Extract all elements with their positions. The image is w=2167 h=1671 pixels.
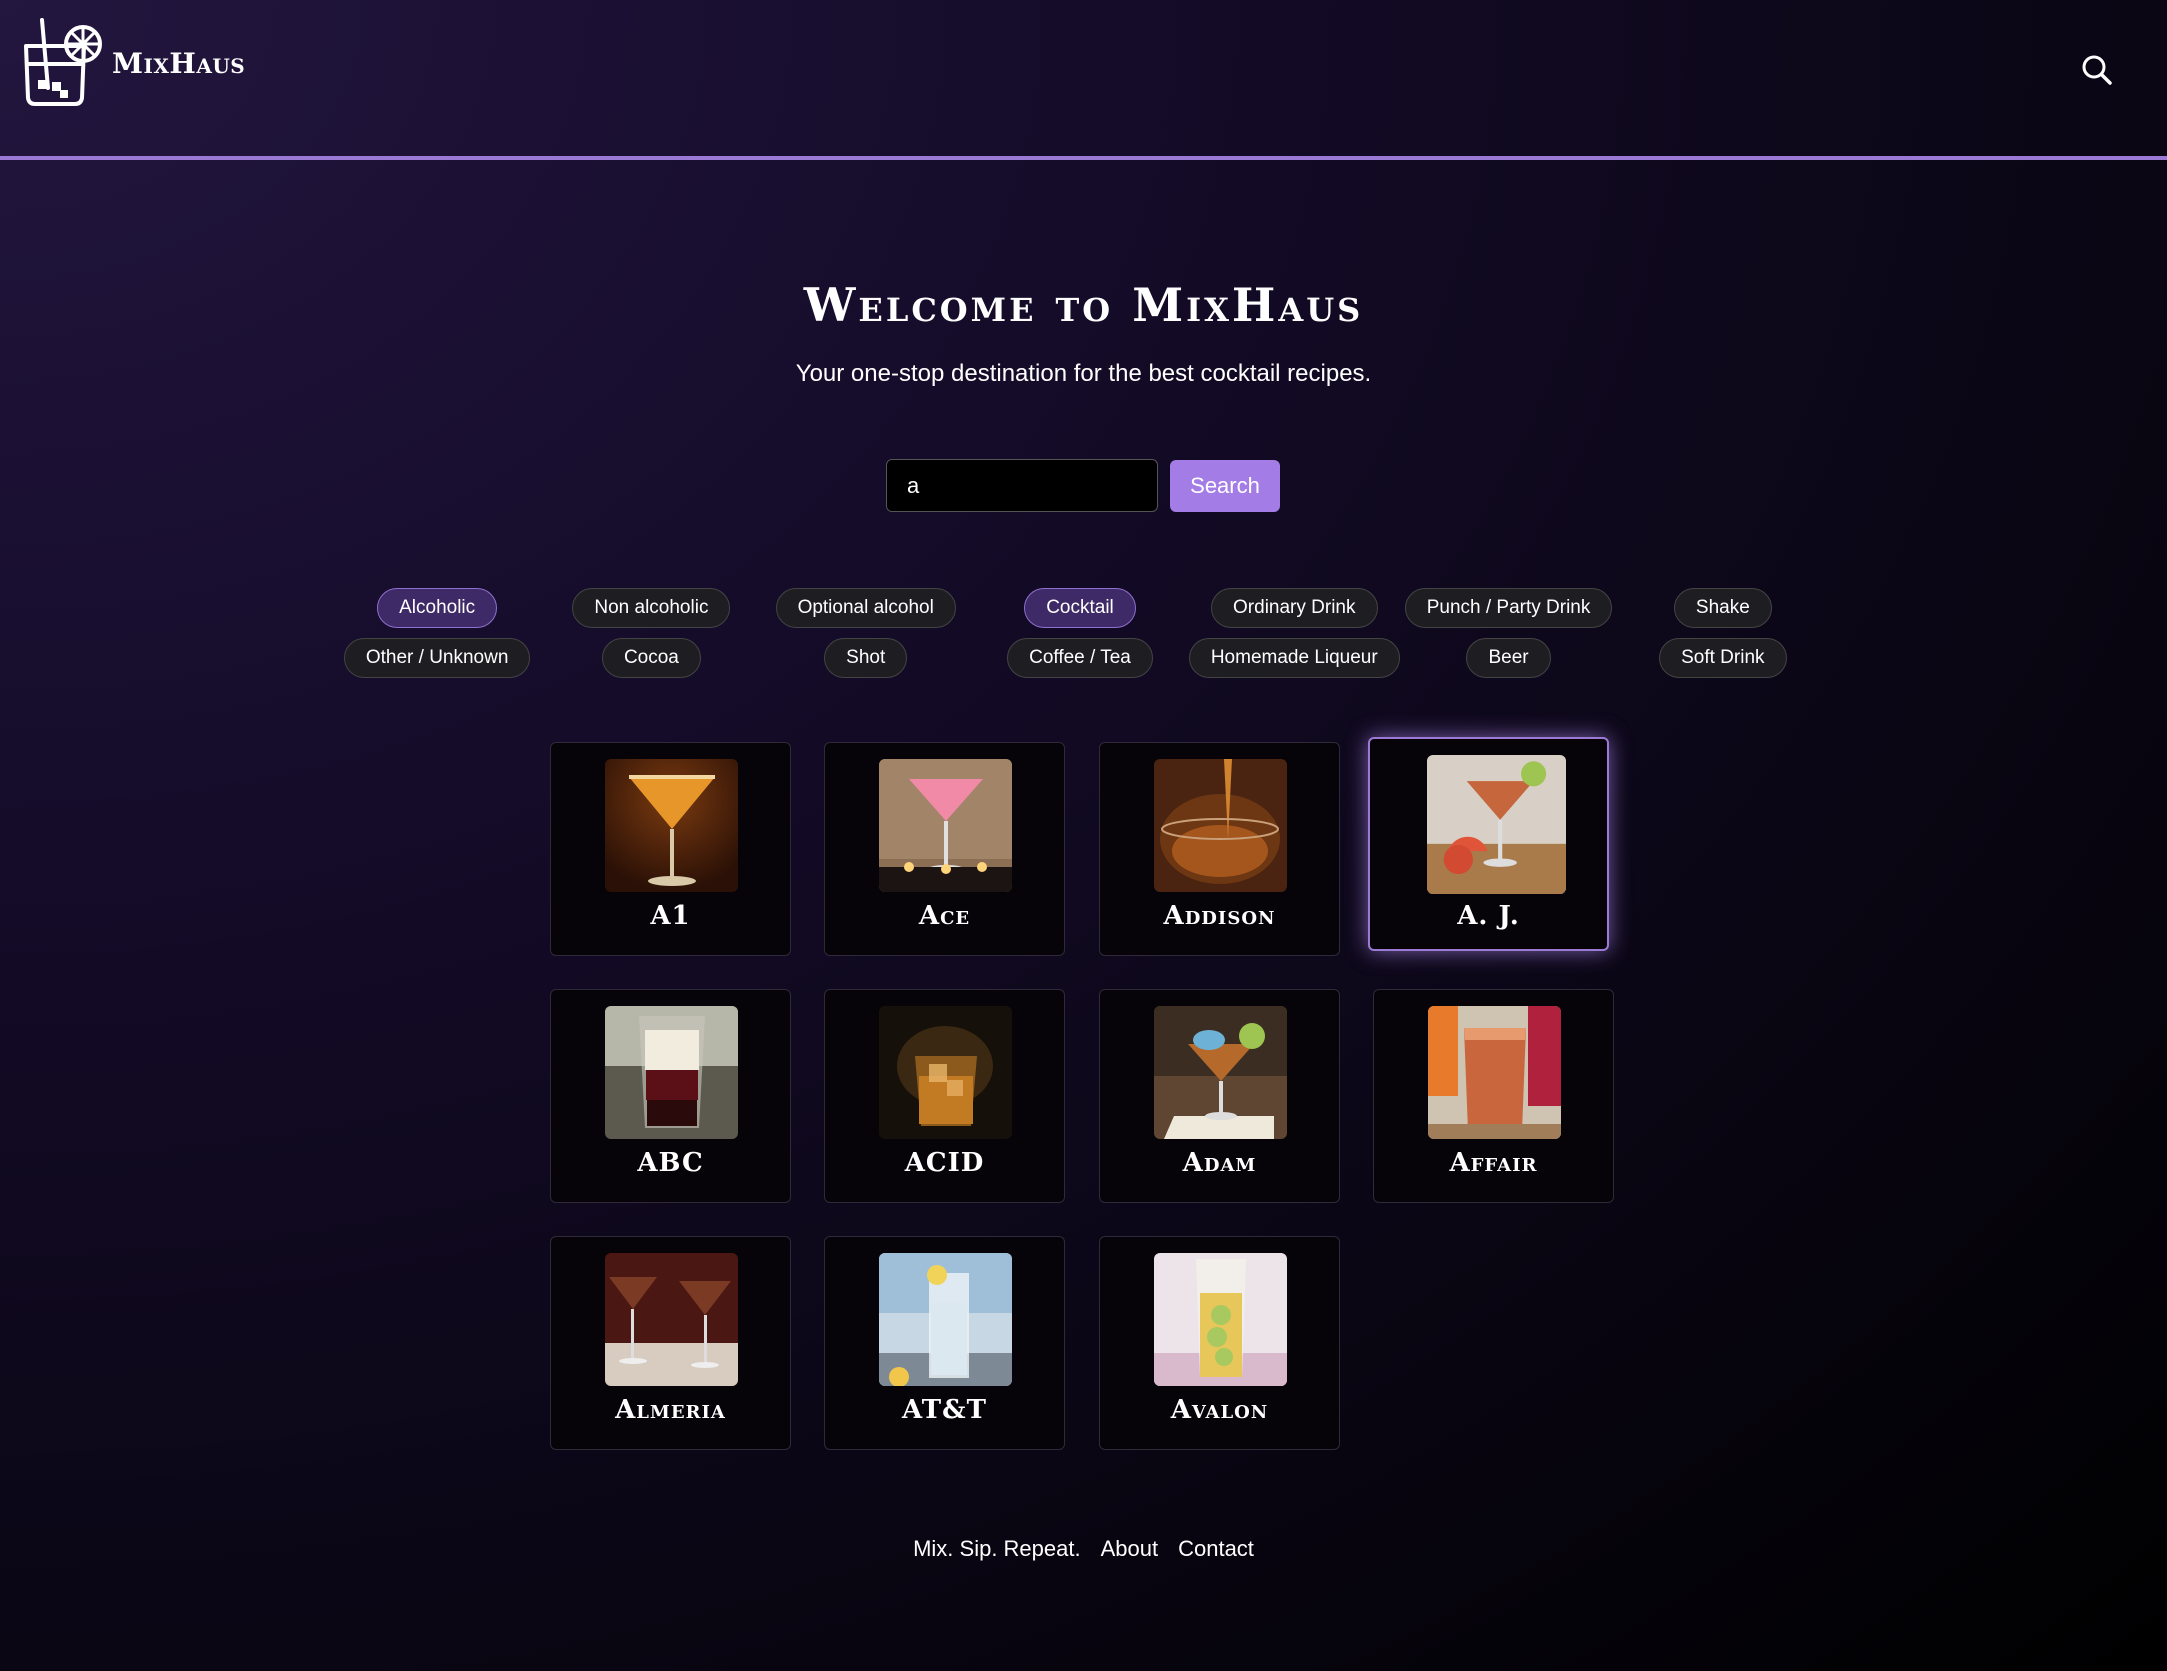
filter-tag-shot[interactable]: Shot xyxy=(824,638,908,678)
filter-row-category: Other / Unknown Cocoa Shot Coffee / Tea … xyxy=(330,638,1830,678)
drink-name: Almeria xyxy=(615,1395,726,1425)
drink-photo xyxy=(879,759,1012,892)
drink-name: A1 xyxy=(650,901,691,931)
filter-tag-cocktail[interactable]: Cocktail xyxy=(1024,588,1136,628)
drink-photo xyxy=(879,1006,1012,1139)
filter-tag-shake[interactable]: Shake xyxy=(1673,588,1772,628)
filter-tag-coffee-tea[interactable]: Coffee / Tea xyxy=(1007,638,1153,678)
drink-name: ACID xyxy=(904,1148,985,1178)
filter-tag-punch-party-drink[interactable]: Punch / Party Drink xyxy=(1404,588,1613,628)
logo[interactable]: MixHaus xyxy=(20,18,245,108)
drink-name: AT&T xyxy=(902,1395,987,1425)
drink-card[interactable]: AT&T xyxy=(824,1236,1065,1450)
drink-card[interactable]: Addison xyxy=(1099,742,1340,956)
drink-photo xyxy=(1154,1006,1287,1139)
drink-card[interactable]: A. J. xyxy=(1368,737,1609,951)
filter-row-alcohol: Alcoholic Non alcoholic Optional alcohol… xyxy=(330,588,1830,628)
drink-photo xyxy=(605,1253,738,1386)
site-footer: Mix. Sip. Repeat. About Contact xyxy=(0,1536,2167,1562)
drink-name: A. J. xyxy=(1457,901,1520,931)
drink-card[interactable]: Ace xyxy=(824,742,1065,956)
drink-card[interactable]: Avalon xyxy=(1099,1236,1340,1450)
page-title: Welcome to MixHaus xyxy=(803,278,1364,332)
filter-tag-other-unknown[interactable]: Other / Unknown xyxy=(343,638,531,678)
drink-name: Avalon xyxy=(1170,1395,1269,1425)
drink-card[interactable]: A1 xyxy=(550,742,791,956)
filter-tag-cocoa[interactable]: Cocoa xyxy=(601,638,701,678)
drink-card[interactable]: ACID xyxy=(824,989,1065,1203)
filter-tag-soft-drink[interactable]: Soft Drink xyxy=(1659,638,1787,678)
filter-tag-homemade-liqueur[interactable]: Homemade Liqueur xyxy=(1188,638,1400,678)
drink-card[interactable]: Almeria xyxy=(550,1236,791,1450)
drink-photo xyxy=(1428,1006,1561,1139)
footer-about-link[interactable]: About xyxy=(1101,1536,1159,1562)
filter-tags: Alcoholic Non alcoholic Optional alcohol… xyxy=(330,588,1830,688)
search-input[interactable] xyxy=(886,459,1158,512)
drink-name: Ace xyxy=(918,901,971,931)
filter-tag-alcoholic[interactable]: Alcoholic xyxy=(377,588,498,628)
drink-card[interactable]: Affair xyxy=(1373,989,1614,1203)
brand-name: MixHaus xyxy=(112,46,246,80)
drink-photo xyxy=(1427,755,1566,894)
drink-name: Adam xyxy=(1182,1148,1257,1178)
filter-tag-optional-alcohol[interactable]: Optional alcohol xyxy=(775,588,956,628)
drink-name: ABC xyxy=(637,1148,704,1178)
drink-card[interactable]: Adam xyxy=(1099,989,1340,1203)
site-header: MixHaus xyxy=(0,0,2167,160)
filter-tag-non-alcoholic[interactable]: Non alcoholic xyxy=(572,588,731,628)
drink-photo xyxy=(879,1253,1012,1386)
drink-photo xyxy=(605,1006,738,1139)
search-button[interactable]: Search xyxy=(1170,460,1280,512)
drink-photo xyxy=(605,759,738,892)
filter-tag-ordinary-drink[interactable]: Ordinary Drink xyxy=(1211,588,1378,628)
drink-photo xyxy=(1154,1253,1287,1386)
drink-name: Addison xyxy=(1163,901,1276,931)
drink-name: Affair xyxy=(1449,1148,1538,1178)
drink-photo xyxy=(1154,759,1287,892)
filter-tag-beer[interactable]: Beer xyxy=(1466,638,1551,678)
search-icon[interactable] xyxy=(2077,50,2117,90)
footer-tagline: Mix. Sip. Repeat. xyxy=(913,1536,1081,1561)
page-subtitle: Your one-stop destination for the best c… xyxy=(795,360,1372,387)
footer-contact-link[interactable]: Contact xyxy=(1178,1536,1254,1562)
cocktail-glass-icon xyxy=(24,18,102,106)
drink-card[interactable]: ABC xyxy=(550,989,791,1203)
